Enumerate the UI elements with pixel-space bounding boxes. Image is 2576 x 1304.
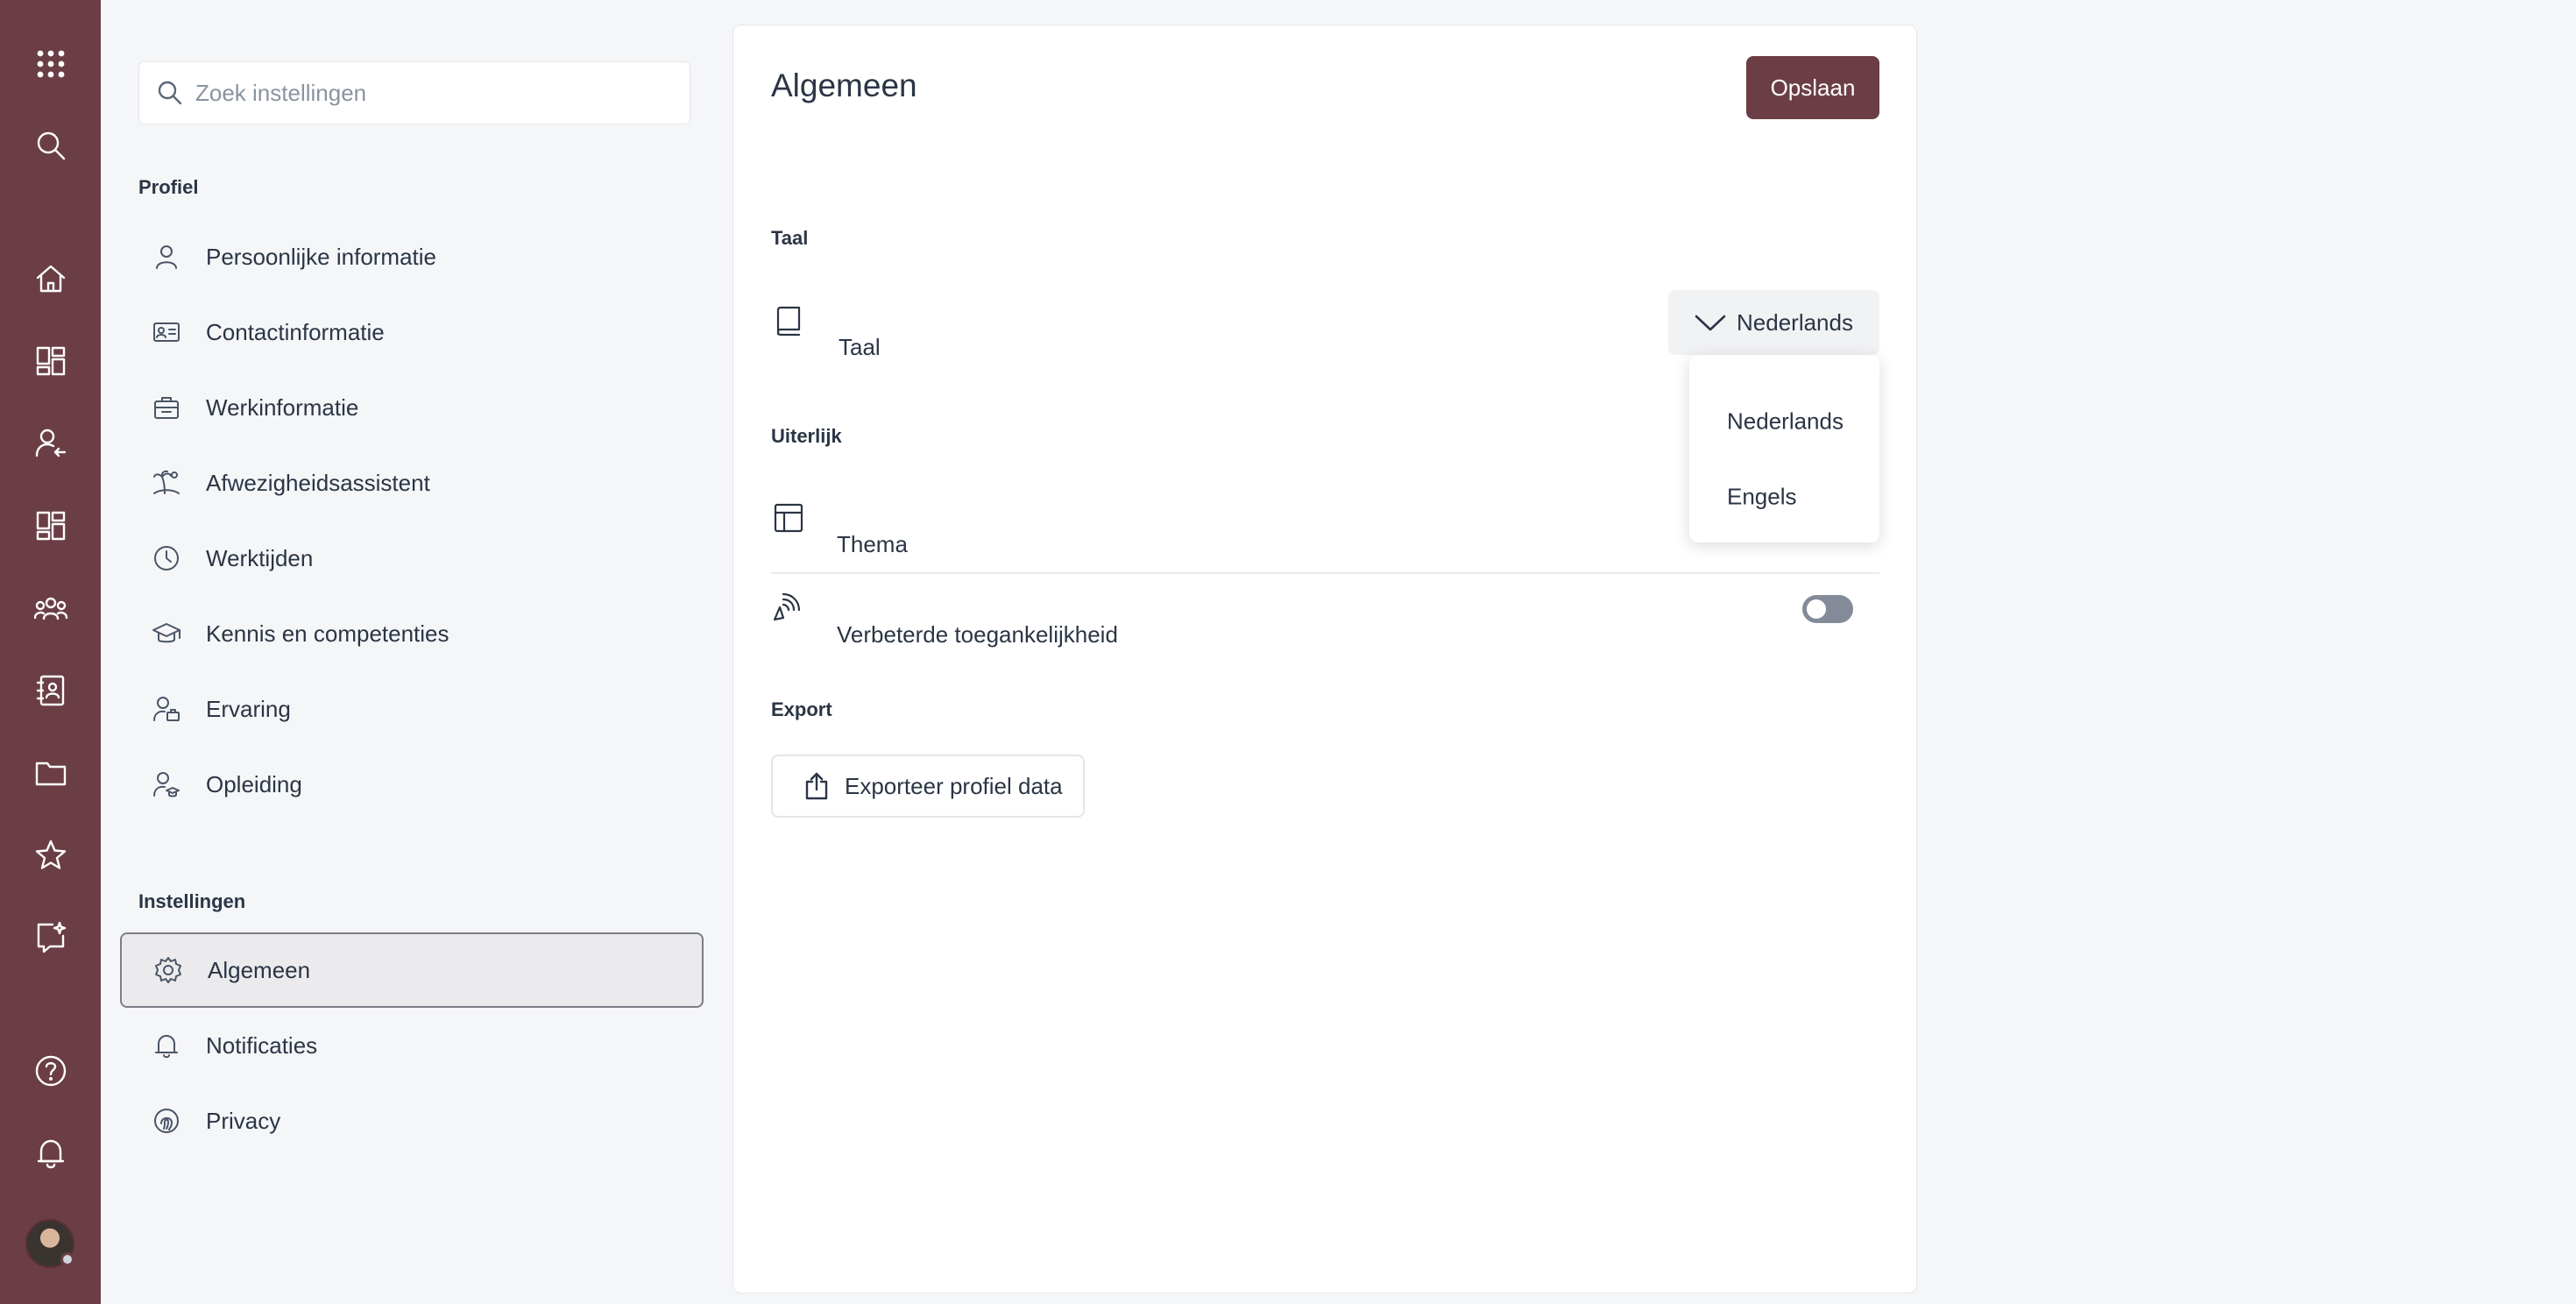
sidebar-item-label: Persoonlijke informatie bbox=[206, 243, 437, 270]
person-cap-icon bbox=[146, 764, 187, 804]
sidebar-item-label: Kennis en competenties bbox=[206, 620, 449, 647]
settings-panel: Algemeen Opslaan Taal Taal Nederlands Ui… bbox=[732, 25, 1917, 1293]
page-title: Algemeen bbox=[771, 67, 917, 103]
star-icon[interactable] bbox=[26, 831, 75, 880]
sidebar-item-kennis-en-competenties[interactable]: Kennis en competenties bbox=[120, 596, 704, 671]
help-icon[interactable] bbox=[26, 1046, 75, 1095]
fingerprint-icon bbox=[146, 1101, 187, 1141]
language-select[interactable]: Nederlands bbox=[1668, 290, 1879, 355]
graduation-cap-icon bbox=[146, 613, 187, 654]
theme-label: Thema bbox=[837, 531, 908, 557]
sidebar-item-label: Ervaring bbox=[206, 695, 291, 722]
toggle-knob bbox=[1807, 599, 1826, 619]
divider bbox=[771, 572, 1879, 574]
export-button-label: Exporteer profiel data bbox=[845, 772, 1063, 799]
search-icon[interactable] bbox=[26, 121, 75, 170]
book-icon bbox=[771, 304, 806, 339]
status-dot bbox=[60, 1252, 74, 1266]
export-profile-button[interactable]: Exporteer profiel data bbox=[771, 755, 1085, 818]
sidebar-item-label: Werkinformatie bbox=[206, 393, 359, 421]
sidebar-item-label: Contactinformatie bbox=[206, 318, 385, 345]
export-section-title: Export bbox=[771, 698, 832, 720]
person-icon bbox=[146, 237, 187, 277]
apps-grid-icon[interactable] bbox=[26, 39, 75, 89]
home-icon[interactable] bbox=[26, 254, 75, 303]
language-dropdown: Nederlands Engels bbox=[1689, 355, 1879, 542]
sidebar-item-afwezigheidsassistent[interactable]: Afwezigheidsassistent bbox=[120, 445, 704, 521]
briefcase-icon bbox=[146, 387, 187, 428]
clock-icon bbox=[146, 538, 187, 578]
sparkle-message-icon[interactable] bbox=[26, 913, 75, 962]
sidebar-item-opleiding[interactable]: Opleiding bbox=[120, 747, 704, 822]
contacts-book-icon[interactable] bbox=[26, 666, 75, 715]
person-briefcase-icon bbox=[146, 689, 187, 729]
dashboard-icon[interactable] bbox=[26, 501, 75, 550]
sidebar-item-label: Opleiding bbox=[206, 770, 302, 797]
sidebar-item-label: Privacy bbox=[206, 1107, 281, 1134]
appearance-section-title: Uiterlijk bbox=[771, 425, 842, 447]
gear-icon bbox=[148, 950, 188, 990]
accessibility-toggle[interactable] bbox=[1802, 595, 1853, 623]
sidebar-item-privacy[interactable]: Privacy bbox=[120, 1083, 704, 1159]
language-label: Taal bbox=[839, 334, 881, 360]
sidebar-item-label: Afwezigheidsassistent bbox=[206, 469, 430, 496]
bell-icon[interactable] bbox=[26, 1129, 75, 1178]
sidebar-item-notificaties[interactable]: Notificaties bbox=[120, 1008, 704, 1083]
sidebar-item-persoonlijke-informatie[interactable]: Persoonlijke informatie bbox=[120, 219, 704, 294]
bell-icon bbox=[146, 1025, 187, 1066]
chevron-down-icon bbox=[1695, 315, 1726, 331]
accessibility-signal-icon bbox=[771, 592, 806, 627]
layout-icon bbox=[771, 500, 806, 535]
dashboard-icon[interactable] bbox=[26, 337, 75, 386]
accessibility-label: Verbeterde toegankelijkheid bbox=[837, 621, 1118, 648]
sidebar-item-werkinformatie[interactable]: Werkinformatie bbox=[120, 370, 704, 445]
save-button[interactable]: Opslaan bbox=[1746, 56, 1879, 119]
team-icon[interactable] bbox=[26, 584, 75, 633]
sidebar-item-contactinformatie[interactable]: Contactinformatie bbox=[120, 294, 704, 370]
share-icon bbox=[805, 772, 828, 800]
sidebar-item-label: Werktijden bbox=[206, 544, 314, 571]
language-select-value: Nederlands bbox=[1737, 308, 1853, 336]
folder-icon[interactable] bbox=[26, 748, 75, 797]
language-option-engels[interactable]: Engels bbox=[1727, 484, 1797, 511]
sidebar-item-label: Algemeen bbox=[208, 956, 311, 983]
sidebar-item-werktijden[interactable]: Werktijden bbox=[120, 521, 704, 596]
sidebar-item-label: Notificaties bbox=[206, 1031, 318, 1059]
sidebar-item-ervaring[interactable]: Ervaring bbox=[120, 671, 704, 747]
settings-search bbox=[138, 61, 690, 124]
language-section-title: Taal bbox=[771, 227, 809, 249]
island-icon bbox=[146, 463, 187, 503]
search-icon bbox=[158, 81, 182, 105]
profile-group-title: Profiel bbox=[138, 176, 199, 198]
search-input[interactable] bbox=[194, 78, 653, 108]
user-arrow-icon[interactable] bbox=[26, 419, 75, 468]
id-card-icon bbox=[146, 312, 187, 352]
settings-group-title: Instellingen bbox=[138, 890, 246, 912]
sidebar-item-algemeen[interactable]: Algemeen bbox=[120, 932, 704, 1008]
app-rail bbox=[0, 0, 101, 1304]
language-option-nederlands[interactable]: Nederlands bbox=[1727, 408, 1844, 436]
